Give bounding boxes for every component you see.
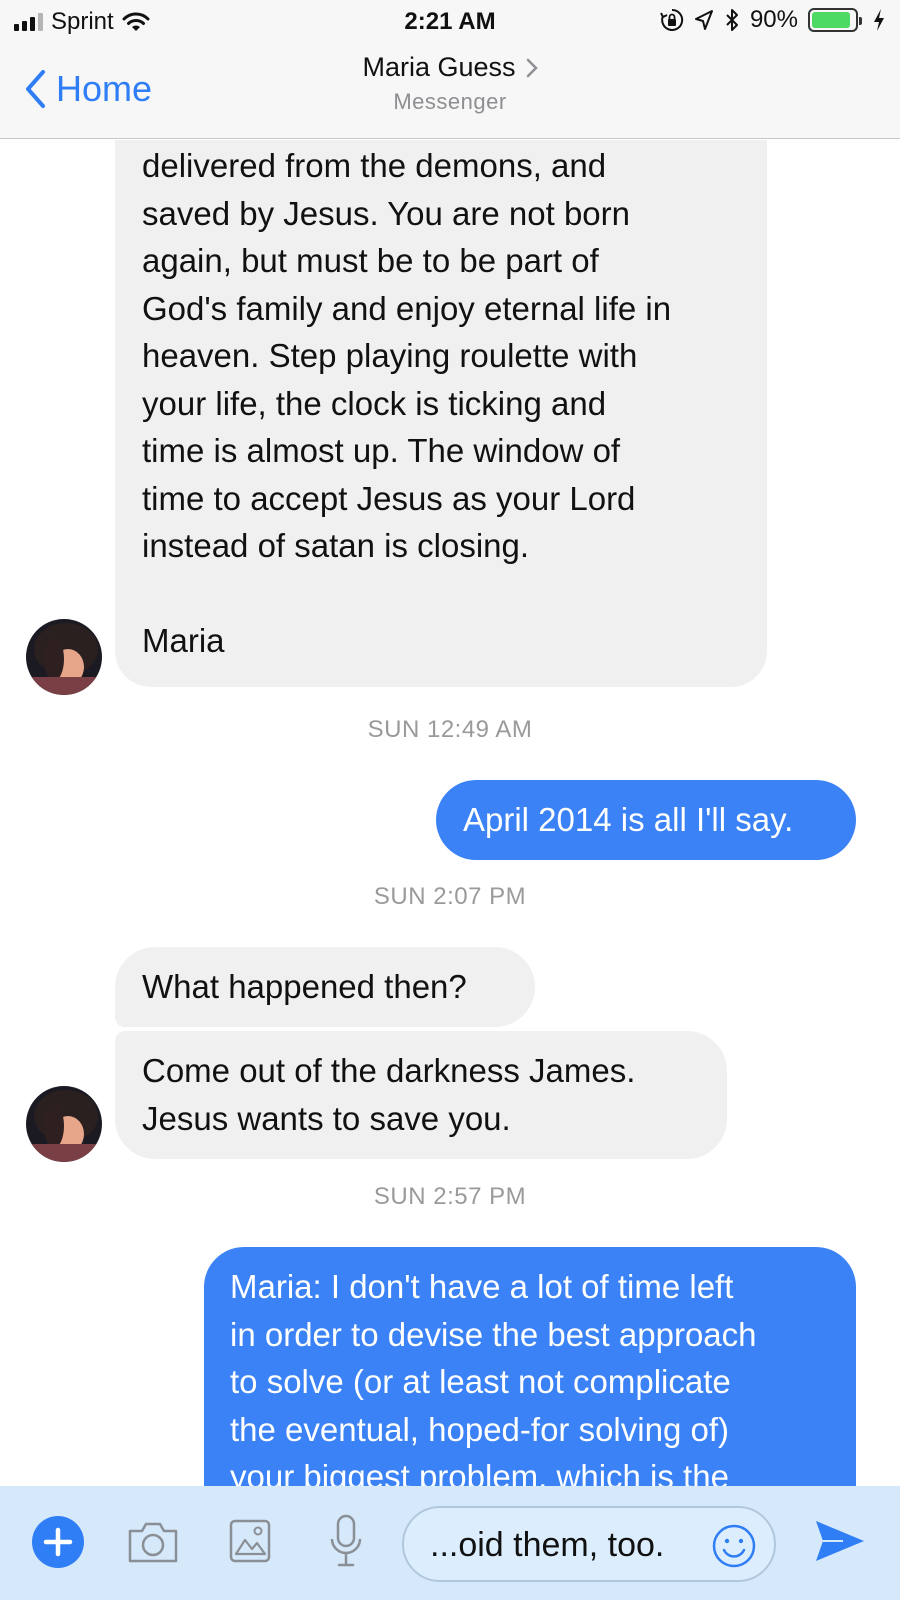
battery-icon: [808, 8, 862, 32]
message-bubble-incoming[interactable]: What happened then?: [115, 947, 535, 1027]
message-bubble-outgoing[interactable]: Maria: I don't have a lot of time left i…: [204, 1247, 856, 1486]
gallery-button[interactable]: [228, 1516, 272, 1566]
charging-icon: [874, 9, 884, 31]
timestamp: SUN 12:49 AM: [367, 716, 533, 743]
add-button[interactable]: [32, 1516, 84, 1568]
message-bubble-incoming[interactable]: Come out of the darkness James. Jesus wa…: [115, 1031, 727, 1159]
voice-button[interactable]: [326, 1512, 366, 1570]
avatar[interactable]: [26, 619, 102, 695]
battery-percent: 90%: [749, 6, 798, 33]
message-list[interactable]: delivered from the demons, and saved by …: [0, 140, 900, 1486]
microphone-icon: [330, 1514, 362, 1567]
message-bubble-outgoing[interactable]: April 2014 is all I'll say.: [436, 780, 856, 860]
send-button[interactable]: [812, 1516, 868, 1566]
timestamp: SUN 2:07 PM: [373, 883, 527, 910]
emoji-button[interactable]: [710, 1522, 758, 1570]
conversation-subtitle: Messenger: [393, 89, 507, 114]
message-text: Maria: I don't have a lot of time left i…: [230, 1268, 757, 1486]
avatar[interactable]: [26, 1086, 102, 1162]
message-bubble-incoming[interactable]: delivered from the demons, and saved by …: [115, 140, 767, 687]
status-bar: Sprint 2:21 AM 90%: [0, 0, 900, 44]
message-input[interactable]: ...oid them, too.: [402, 1506, 776, 1582]
message-text: April 2014 is all I'll say.: [463, 801, 794, 838]
message-text: What happened then?: [142, 968, 467, 1005]
location-icon: [694, 10, 713, 30]
timestamp: SUN 2:57 PM: [373, 1183, 527, 1210]
message-text: delivered from the demons, and saved by …: [142, 147, 672, 659]
status-right: 90%: [660, 6, 886, 34]
navigation-bar: Home Maria Guess Messenger: [0, 44, 900, 139]
emoji-icon: [712, 1524, 756, 1568]
chevron-right-icon: [526, 58, 538, 77]
camera-button[interactable]: [126, 1518, 180, 1566]
composer-bar: ...oid them, too.: [0, 1486, 900, 1600]
message-text: Come out of the darkness James. Jesus wa…: [142, 1052, 636, 1137]
conversation-header[interactable]: Maria Guess Messenger: [0, 52, 900, 115]
bluetooth-icon: [726, 9, 738, 31]
image-icon: [229, 1519, 271, 1563]
camera-icon: [128, 1522, 178, 1563]
lock-rotation-icon: [660, 8, 684, 31]
message-input-value: ...oid them, too.: [430, 1526, 665, 1564]
send-icon: [816, 1521, 864, 1561]
plus-icon: [32, 1516, 84, 1568]
contact-name: Maria Guess: [362, 52, 516, 82]
